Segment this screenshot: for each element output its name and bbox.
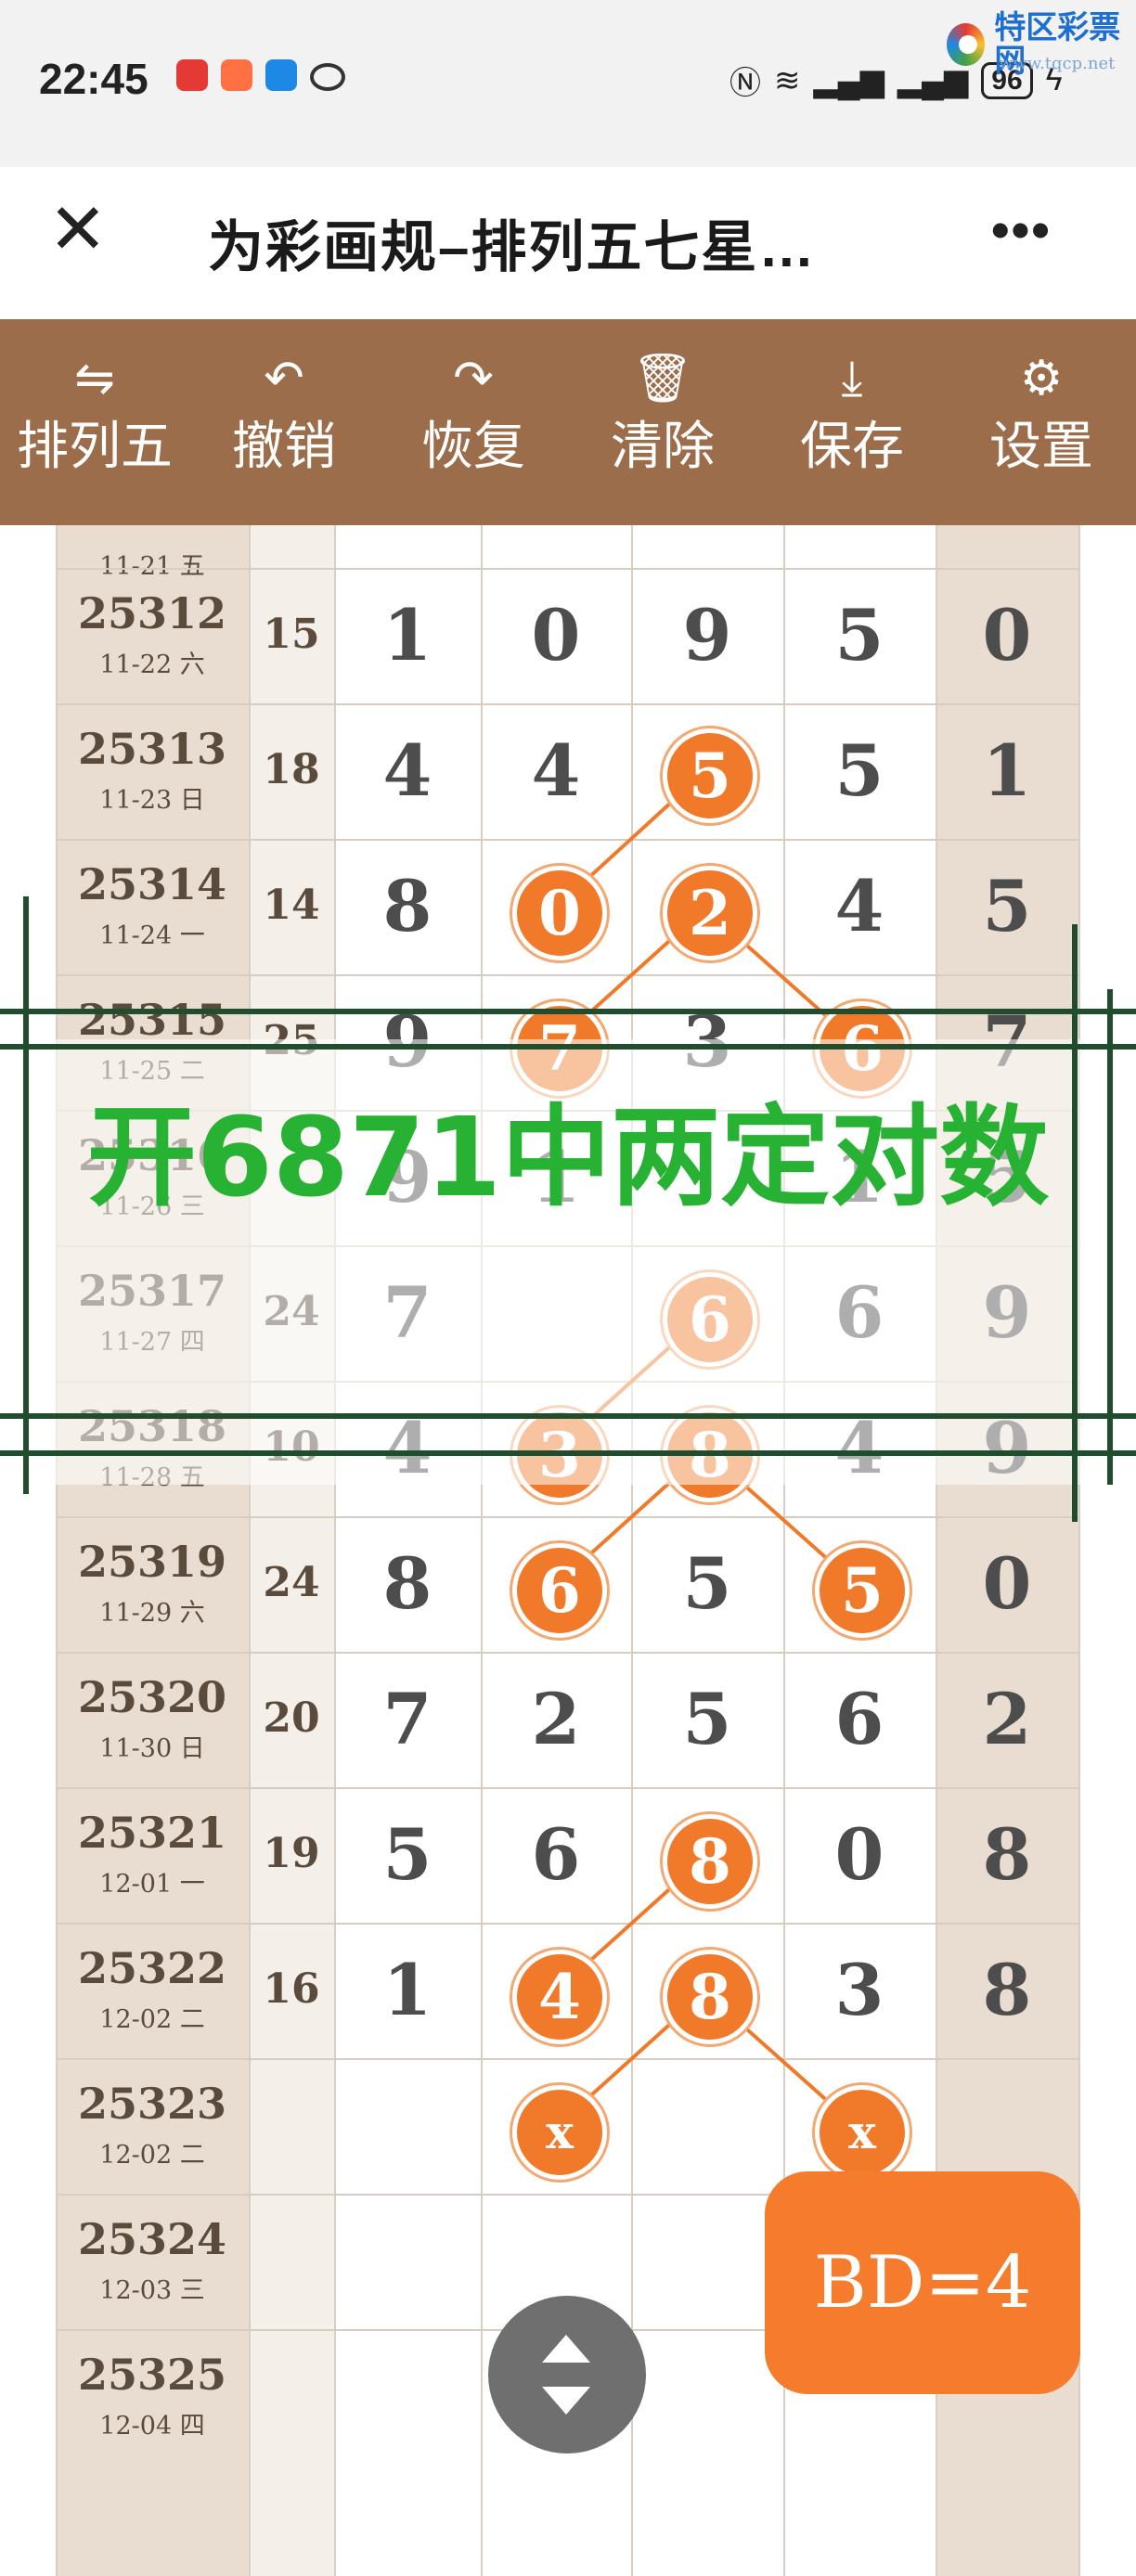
gear-icon: ⚙ — [1019, 352, 1064, 406]
trash-icon: 🗑 — [631, 352, 693, 406]
toolbar-label: 撤销 — [232, 417, 336, 475]
download-icon: ⤓ — [841, 352, 863, 406]
arrow-up-icon — [542, 2335, 590, 2363]
watermark-logo-icon — [947, 23, 986, 66]
watermark-url: www.tqcp.net — [999, 54, 1116, 73]
wifi-icon: ≋ — [774, 62, 801, 98]
headline-text: 开6871中两定对数 — [86, 1093, 1050, 1221]
swap-icon: ⇋ — [74, 352, 115, 406]
toolbar: ⇋ 排列五 ↶ 撤销 ↷ 恢复 🗑 清除 ⤓ 保存 ⚙ 设置 — [0, 319, 1136, 525]
toolbar-button-5[interactable]: ⚙ 设置 — [947, 319, 1136, 525]
app-notification-icon — [221, 59, 252, 91]
redo-icon: ↷ — [453, 352, 494, 406]
marked-digit: 5 — [815, 1543, 910, 1638]
app-notification-icon — [265, 59, 297, 91]
toolbar-button-1[interactable]: ↶ 撤销 — [189, 319, 379, 525]
watermark: 特区彩票网 www.tqcp.net — [947, 11, 1136, 78]
close-icon[interactable]: ✕ — [48, 195, 108, 265]
toolbar-button-4[interactable]: ⤓ 保存 — [757, 319, 947, 525]
bd-badge[interactable]: BD=4 — [765, 2171, 1080, 2394]
prediction-marker: x — [512, 2085, 607, 2180]
toolbar-button-0[interactable]: ⇋ 排列五 — [0, 319, 189, 525]
scroll-toggle-button[interactable] — [488, 2296, 646, 2454]
marked-digit: 6 — [512, 1543, 607, 1638]
toolbar-button-2[interactable]: ↷ 恢复 — [379, 319, 568, 525]
toolbar-button-3[interactable]: 🗑 清除 — [568, 319, 757, 525]
status-time: 22:45 — [39, 55, 148, 103]
nfc-icon: Ⓝ — [729, 66, 761, 101]
eye-icon — [310, 63, 345, 91]
more-icon[interactable]: ••• — [991, 200, 1052, 260]
arrow-down-icon — [542, 2387, 590, 2415]
app-notification-icon — [176, 59, 208, 91]
toolbar-label: 保存 — [800, 417, 904, 475]
marked-digit: 5 — [663, 728, 757, 823]
marked-digit: 8 — [663, 1814, 757, 1909]
toolbar-label: 恢复 — [421, 417, 525, 475]
toolbar-label: 设置 — [989, 417, 1093, 475]
notification-icons — [176, 59, 345, 91]
prediction-marker: x — [815, 2085, 910, 2180]
signal-icon: ▂▄▆ — [813, 62, 884, 98]
marked-digit: 8 — [663, 1950, 757, 2044]
toolbar-label: 清除 — [611, 417, 715, 475]
page-title: 为彩画规–排列五七星… — [208, 216, 817, 278]
marked-digit: 0 — [512, 866, 607, 960]
marked-digit: 4 — [512, 1950, 607, 2044]
toolbar-label: 排列五 — [17, 417, 173, 475]
marked-digit: 2 — [663, 866, 757, 960]
status-bar: 22:45 Ⓝ ≋ ▂▄▆ ▂▄▆ 96 ϟ 特区彩票网 www.tqcp.ne… — [0, 0, 1136, 167]
undo-icon: ↶ — [264, 352, 304, 406]
